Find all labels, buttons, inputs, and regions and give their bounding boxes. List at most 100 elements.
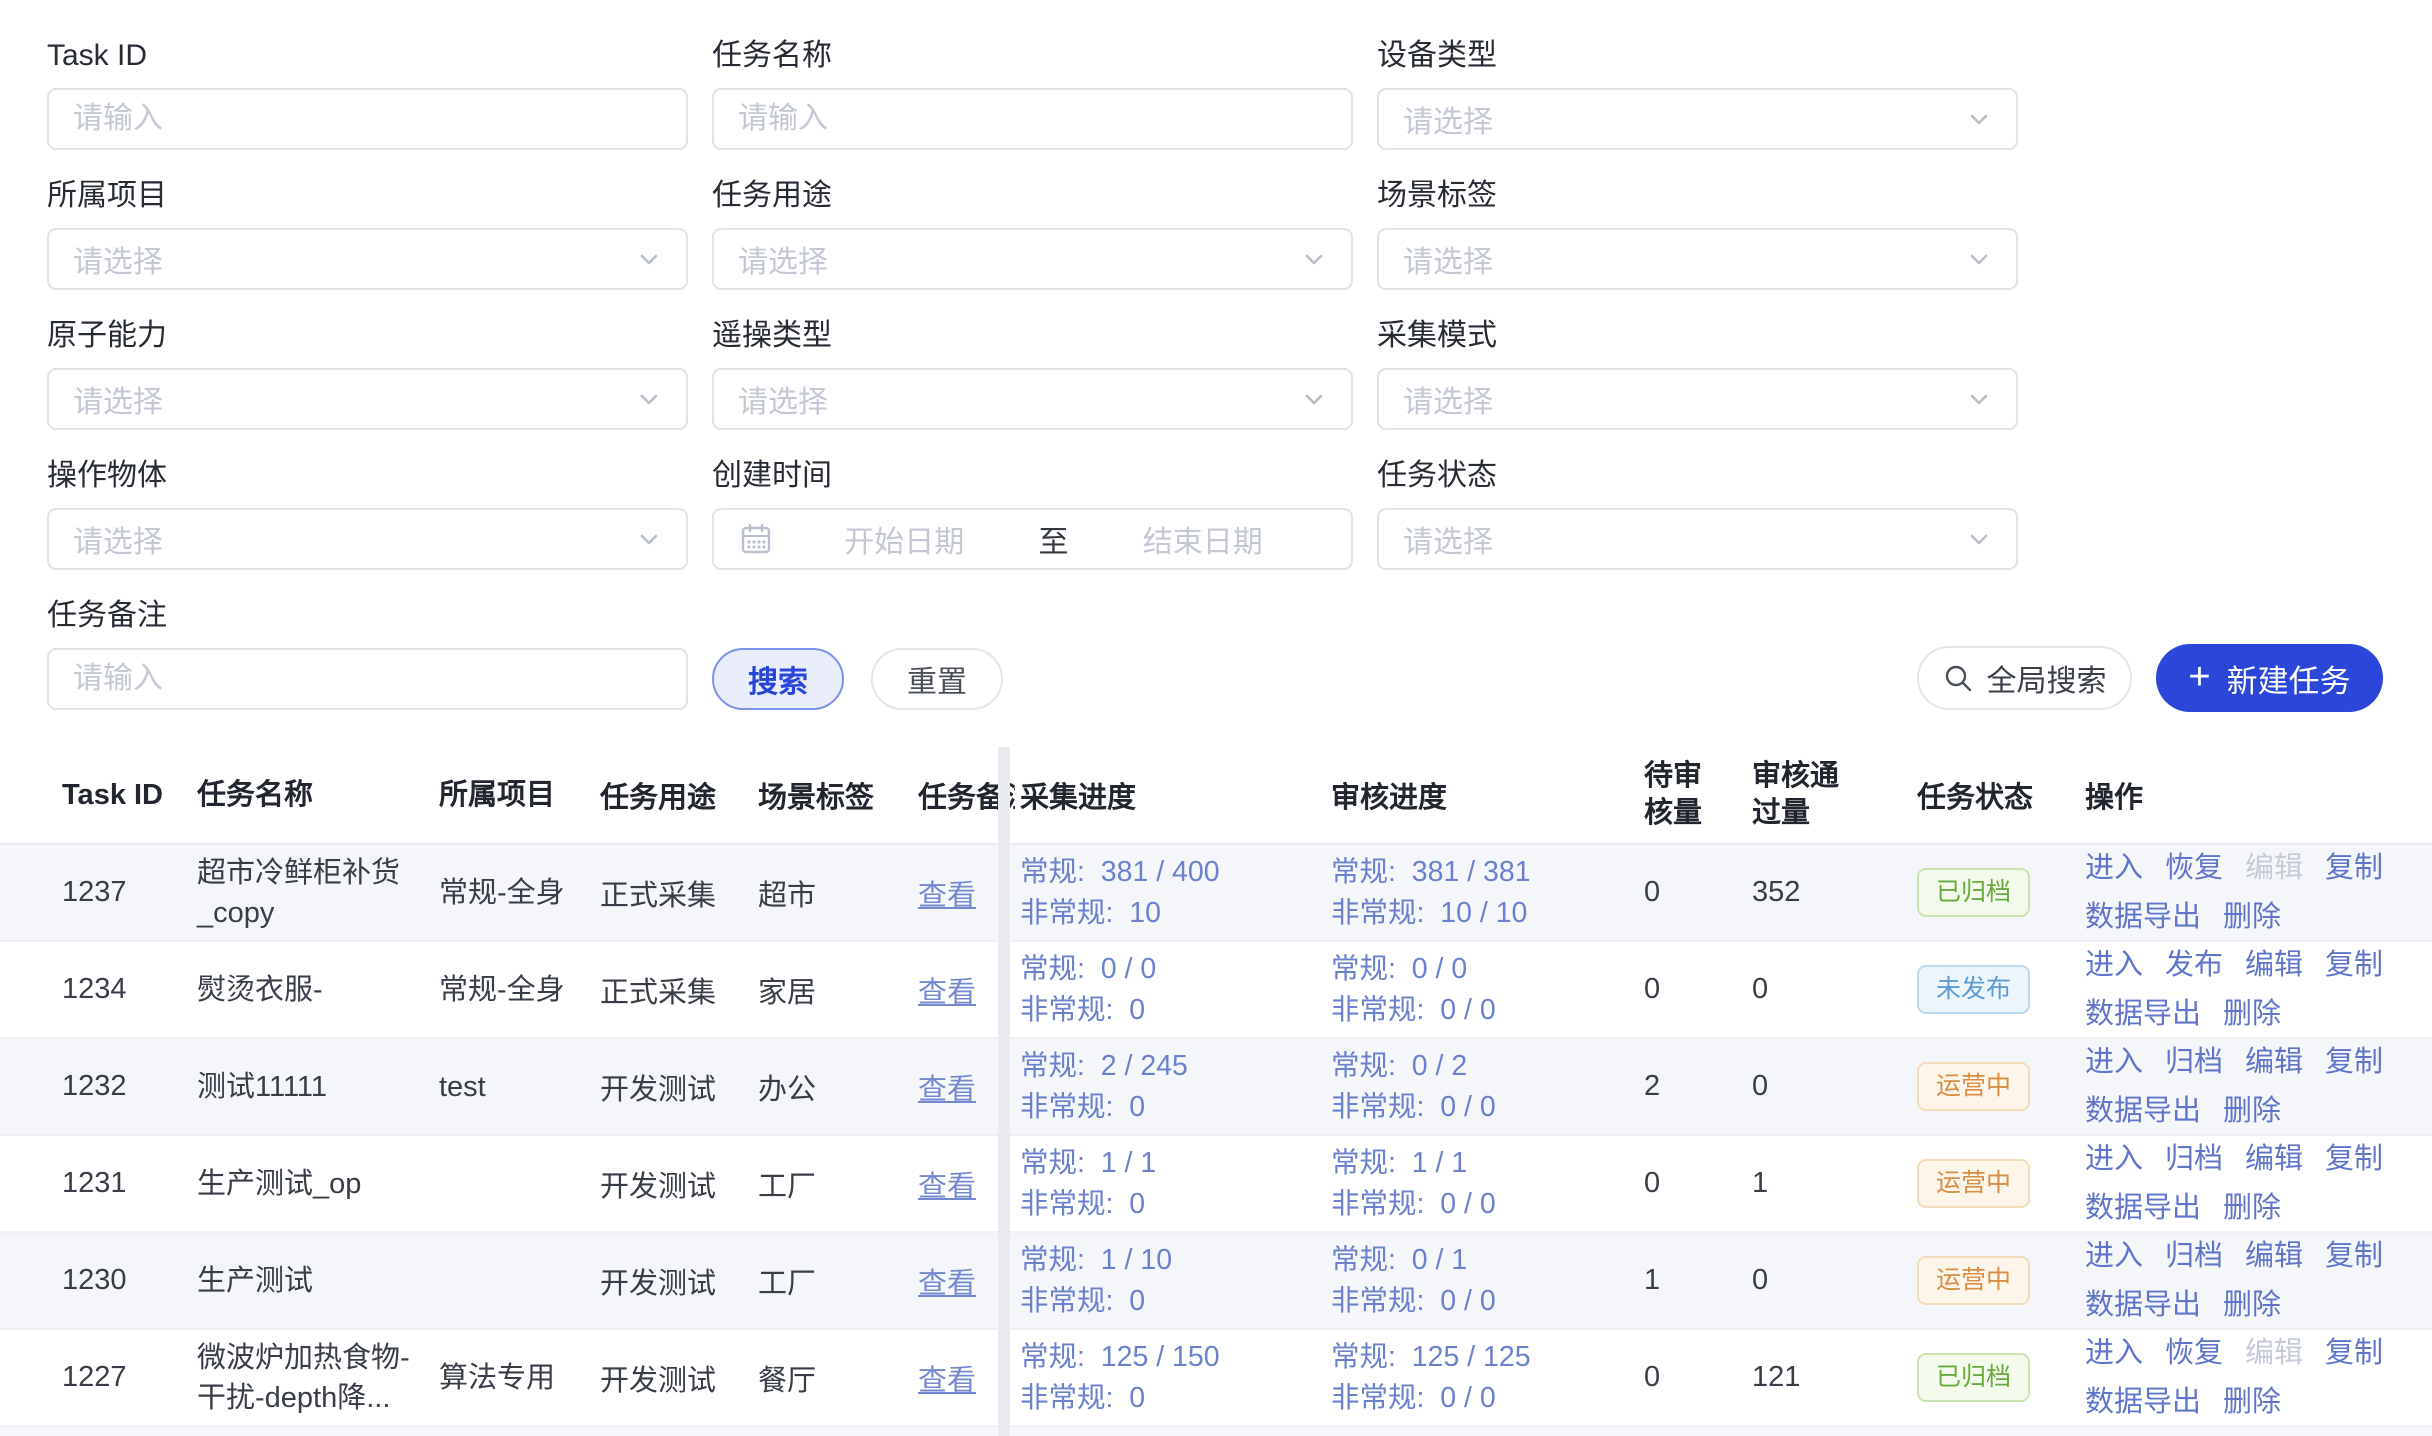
field-label: 原子能力 bbox=[47, 318, 688, 354]
cell-passed-count: 0 bbox=[1750, 973, 1905, 1006]
chevron-down-icon bbox=[636, 246, 662, 272]
cell-project: test bbox=[439, 1067, 600, 1107]
field-label: 操作物体 bbox=[47, 458, 688, 494]
action-link[interactable]: 复制 bbox=[2325, 945, 2383, 986]
action-link[interactable]: 编辑 bbox=[2245, 1042, 2303, 1083]
select-placeholder: 请选择 bbox=[73, 377, 636, 421]
cell-task-name: 生产测试_op bbox=[197, 1164, 439, 1204]
action-link[interactable]: 删除 bbox=[2223, 1382, 2281, 1423]
text-input[interactable] bbox=[712, 88, 1353, 150]
action-link[interactable]: 发布 bbox=[2165, 945, 2223, 986]
action-link[interactable]: 进入 bbox=[2085, 848, 2143, 889]
field-label: 所属项目 bbox=[47, 178, 688, 214]
action-link[interactable]: 数据导出 bbox=[2085, 1382, 2201, 1423]
col-header-task-id: Task ID bbox=[0, 779, 197, 812]
select-placeholder: 请选择 bbox=[1403, 377, 1966, 421]
form-field: 任务备注 bbox=[47, 598, 688, 738]
search-button[interactable]: 搜索 bbox=[712, 648, 844, 710]
action-link[interactable]: 编辑 bbox=[2245, 1139, 2303, 1180]
chevron-down-icon bbox=[1966, 386, 1992, 412]
cell-usage: 开发测试 bbox=[600, 1066, 758, 1108]
create-task-button[interactable]: + 新建任务 bbox=[2156, 644, 2383, 712]
select-control[interactable]: 请选择 bbox=[712, 228, 1353, 290]
cell-passed-count: 1 bbox=[1750, 1167, 1905, 1200]
action-link[interactable]: 复制 bbox=[2325, 1236, 2383, 1277]
cell-scene: 超市 bbox=[758, 872, 918, 914]
field-label: 任务备注 bbox=[47, 598, 688, 634]
field-label: 采集模式 bbox=[1377, 318, 2018, 354]
action-link[interactable]: 数据导出 bbox=[2085, 897, 2201, 938]
select-control[interactable]: 请选择 bbox=[1377, 88, 2018, 150]
action-link[interactable]: 归档 bbox=[2165, 1236, 2223, 1277]
status-badge: 运营中 bbox=[1917, 1159, 2030, 1208]
view-note-link[interactable]: 查看 bbox=[918, 1268, 976, 1300]
action-link[interactable]: 进入 bbox=[2085, 1139, 2143, 1180]
form-field: 遥操类型请选择 bbox=[712, 318, 1353, 458]
field-label: 设备类型 bbox=[1377, 38, 2018, 74]
view-note-link[interactable]: 查看 bbox=[918, 977, 976, 1009]
cell-passed-count: 0 bbox=[1750, 1070, 1905, 1103]
action-link[interactable]: 编辑 bbox=[2245, 945, 2303, 986]
action-link[interactable]: 归档 bbox=[2165, 1042, 2223, 1083]
select-control[interactable]: 请选择 bbox=[47, 228, 688, 290]
action-link[interactable]: 删除 bbox=[2223, 1285, 2281, 1326]
action-link[interactable]: 复制 bbox=[2325, 848, 2383, 889]
action-link[interactable]: 删除 bbox=[2223, 994, 2281, 1035]
cell-task-id: 1230 bbox=[0, 1264, 197, 1297]
cell-review-progress: 常规: 1 / 1非常规: 0 / 0 bbox=[1331, 1143, 1636, 1225]
select-control[interactable]: 请选择 bbox=[47, 508, 688, 570]
select-placeholder: 请选择 bbox=[1403, 237, 1966, 281]
select-control[interactable]: 请选择 bbox=[1377, 508, 2018, 570]
action-link[interactable]: 进入 bbox=[2085, 1042, 2143, 1083]
select-control[interactable]: 请选择 bbox=[1377, 368, 2018, 430]
action-link[interactable]: 复制 bbox=[2325, 1139, 2383, 1180]
view-note-link[interactable]: 查看 bbox=[918, 1171, 976, 1203]
cell-pending-count: 2 bbox=[1636, 1070, 1750, 1103]
action-link[interactable]: 数据导出 bbox=[2085, 1285, 2201, 1326]
cell-task-id: 1232 bbox=[0, 1070, 197, 1103]
action-link[interactable]: 复制 bbox=[2325, 1042, 2383, 1083]
reset-button[interactable]: 重置 bbox=[871, 648, 1003, 710]
plus-icon: + bbox=[2188, 658, 2210, 696]
action-link[interactable]: 恢复 bbox=[2165, 1333, 2223, 1374]
col-header-status: 任务状态 bbox=[1905, 774, 2085, 816]
cell-project: 常规-全身 bbox=[439, 873, 600, 913]
action-link[interactable]: 进入 bbox=[2085, 945, 2143, 986]
select-control[interactable]: 请选择 bbox=[47, 368, 688, 430]
view-note-link[interactable]: 查看 bbox=[918, 880, 976, 912]
text-input[interactable] bbox=[47, 648, 688, 710]
form-field: 任务状态请选择 bbox=[1377, 458, 2018, 598]
cell-collect-progress: 常规: 0 / 0非常规: 0 bbox=[1020, 949, 1331, 1031]
select-placeholder: 请选择 bbox=[738, 237, 1301, 281]
view-note-link[interactable]: 查看 bbox=[918, 1365, 976, 1397]
select-control[interactable]: 请选择 bbox=[712, 368, 1353, 430]
action-link[interactable]: 删除 bbox=[2223, 897, 2281, 938]
date-range-picker[interactable]: 开始日期至结束日期 bbox=[712, 508, 1353, 570]
cell-passed-count: 121 bbox=[1750, 1361, 1905, 1394]
action-link[interactable]: 数据导出 bbox=[2085, 1091, 2201, 1132]
cell-scene: 家居 bbox=[758, 969, 918, 1011]
action-link[interactable]: 删除 bbox=[2223, 1188, 2281, 1229]
action-link[interactable]: 编辑 bbox=[2245, 1236, 2303, 1277]
action-link[interactable]: 恢复 bbox=[2165, 848, 2223, 889]
text-input[interactable] bbox=[47, 88, 688, 150]
fixed-column-divider bbox=[998, 747, 1010, 1436]
cell-usage: 正式采集 bbox=[600, 872, 758, 914]
cell-collect-progress: 常规: 1 / 10非常规: 0 bbox=[1020, 1240, 1331, 1322]
cell-passed-count: 352 bbox=[1750, 876, 1905, 909]
global-search-button[interactable]: 全局搜索 bbox=[1917, 646, 2132, 710]
row-actions: 进入恢复编辑复制数据导出删除 bbox=[2085, 1333, 2405, 1423]
action-link[interactable]: 删除 bbox=[2223, 1091, 2281, 1132]
action-link[interactable]: 数据导出 bbox=[2085, 1188, 2201, 1229]
cell-review-progress: 常规: 0 / 2非常规: 0 / 0 bbox=[1331, 1046, 1636, 1128]
field-label: 遥操类型 bbox=[712, 318, 1353, 354]
action-link[interactable]: 复制 bbox=[2325, 1333, 2383, 1374]
cell-review-progress: 常规: 0 / 1非常规: 0 / 0 bbox=[1331, 1240, 1636, 1322]
action-link[interactable]: 数据导出 bbox=[2085, 994, 2201, 1035]
select-control[interactable]: 请选择 bbox=[1377, 228, 2018, 290]
col-header-usage: 任务用途 bbox=[600, 774, 758, 816]
action-link[interactable]: 进入 bbox=[2085, 1236, 2143, 1277]
action-link[interactable]: 归档 bbox=[2165, 1139, 2223, 1180]
view-note-link[interactable]: 查看 bbox=[918, 1074, 976, 1106]
action-link[interactable]: 进入 bbox=[2085, 1333, 2143, 1374]
